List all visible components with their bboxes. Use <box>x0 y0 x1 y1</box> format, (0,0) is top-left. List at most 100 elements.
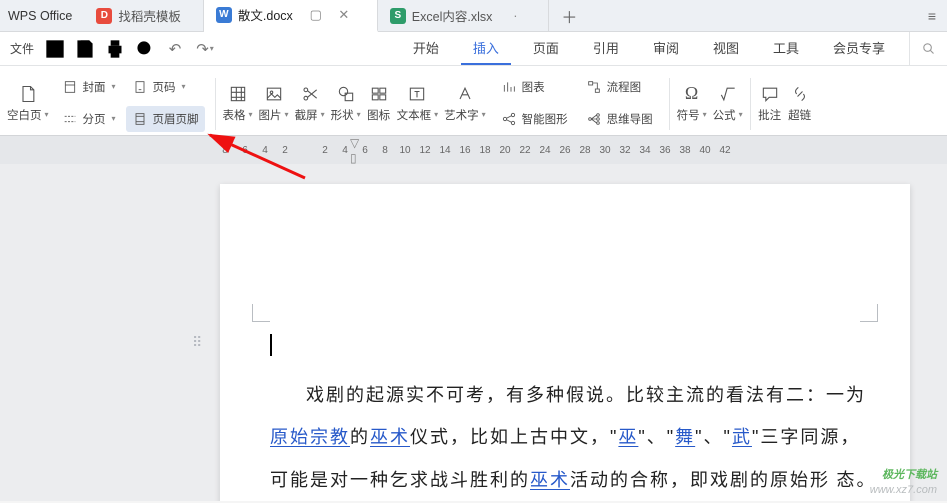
preview-icon[interactable] <box>132 36 158 62</box>
tick: 26 <box>560 145 570 156</box>
menutab-reference[interactable]: 引用 <box>581 32 631 65</box>
flowchart-button[interactable]: 流程图 <box>580 74 659 100</box>
break-button[interactable]: 分页 <box>56 106 122 132</box>
redo-button[interactable]: ↷ <box>192 36 218 62</box>
window-menu-icon[interactable]: ≡ <box>917 8 947 24</box>
word-badge-icon: W <box>216 7 232 23</box>
picture-label: 图片 <box>259 107 289 123</box>
save-icon[interactable] <box>72 36 98 62</box>
text-run: 可能是对一种乞求战斗胜利的 <box>270 470 530 490</box>
tick: 40 <box>700 145 710 156</box>
link-martial[interactable]: 武 <box>732 427 752 447</box>
menutab-review[interactable]: 审阅 <box>641 32 691 65</box>
link-religion[interactable]: 原始宗教 <box>270 427 350 447</box>
text-run: "三字同源， <box>752 427 860 447</box>
link-dance[interactable]: 舞 <box>675 427 695 447</box>
tab-label: 散文.docx <box>238 5 293 24</box>
menu-tabs: 开始 插入 页面 引用 审阅 视图 工具 会员专享 <box>401 32 909 65</box>
screenshot-label: 截屏 <box>295 107 325 123</box>
watermark-line1: 极光下载站 <box>870 468 937 482</box>
cover-button[interactable]: 封面 <box>56 74 122 100</box>
search-icon[interactable] <box>909 32 947 65</box>
link-shamanism2[interactable]: 巫术 <box>530 470 570 490</box>
picture-button[interactable]: 图片 <box>256 81 292 125</box>
tick: 4 <box>260 145 270 156</box>
menutab-view[interactable]: 视图 <box>701 32 751 65</box>
tab-spreadsheet[interactable]: S Excel内容.xlsx · <box>378 0 550 32</box>
text-run: 戏剧的起源实不可考，有多种假说。比较主流的看法有二：一为 <box>306 385 866 405</box>
ribbon-insert: 空白页 封面 分页 页码 页眉页脚 表格 图片 截屏 形状 图标 文本框 艺术字… <box>0 66 947 136</box>
link-wu[interactable]: 巫 <box>618 427 638 447</box>
tab-close-icon[interactable]: · <box>504 8 526 23</box>
radical-icon <box>716 83 740 105</box>
menutab-tools[interactable]: 工具 <box>761 32 811 65</box>
chart-button[interactable]: 图表 <box>495 74 574 100</box>
wordart-button[interactable]: 艺术字 <box>441 81 489 125</box>
hyperlink-button[interactable]: 超链 <box>785 81 815 125</box>
tick: 2 <box>280 145 290 156</box>
text-run: 活动的合称，即戏剧的原始形 <box>570 470 830 490</box>
menutab-page[interactable]: 页面 <box>521 32 571 65</box>
text-run: 仪式，比如上古中文，" <box>410 427 618 447</box>
screenshot-button[interactable]: 截屏 <box>292 81 328 125</box>
tick: 8 <box>220 145 230 156</box>
doc-badge-icon: D <box>96 8 112 24</box>
tick: 2 <box>320 145 330 156</box>
text-cursor <box>270 334 272 356</box>
document-body[interactable]: 戏剧的起源实不可考，有多种假说。比较主流的看法有二：一为 原始宗教的巫术仪式，比… <box>270 374 878 501</box>
table-label: 表格 <box>223 107 253 123</box>
new-tab-button[interactable]: ＋ <box>549 4 589 28</box>
page-icon <box>16 83 40 105</box>
text-run: "、" <box>695 427 732 447</box>
page[interactable]: ⠿ 戏剧的起源实不可考，有多种假说。比较主流的看法有二：一为 原始宗教的巫术仪式… <box>220 184 910 501</box>
tab-label: 找稻壳模板 <box>118 6 181 25</box>
excel-badge-icon: S <box>390 8 406 24</box>
omega-icon: Ω <box>680 83 704 105</box>
menutab-home[interactable]: 开始 <box>401 32 451 65</box>
link-shamanism[interactable]: 巫术 <box>370 427 410 447</box>
comment-button[interactable]: 批注 <box>755 81 785 125</box>
mindmap-button[interactable]: 思维导图 <box>580 106 659 132</box>
picture-icon <box>262 83 286 105</box>
brand-label: WPS Office <box>0 9 84 23</box>
pagenum-label: 页码 <box>153 79 176 95</box>
paragraph-drag-handle[interactable]: ⠿ <box>192 334 202 351</box>
table-button[interactable]: 表格 <box>220 81 256 125</box>
tab-templates[interactable]: D 找稻壳模板 <box>84 0 204 32</box>
undo-button[interactable]: ↶ <box>162 36 188 62</box>
tab-minimize-icon[interactable]: ▢ <box>305 7 327 23</box>
separator <box>750 78 751 130</box>
print-icon[interactable] <box>102 36 128 62</box>
tick: 22 <box>520 145 530 156</box>
pagenum-button[interactable]: 页码 <box>126 74 205 100</box>
smartart-button[interactable]: 智能图形 <box>495 106 574 132</box>
icon-button[interactable]: 图标 <box>364 81 394 125</box>
file-menu-button[interactable]: 文件 <box>6 36 38 62</box>
table-icon[interactable] <box>42 36 68 62</box>
scissors-icon <box>298 83 322 105</box>
hanging-indent-marker[interactable]: ▯ <box>350 151 357 165</box>
tab-document[interactable]: W 散文.docx ▢ ✕ <box>204 0 378 32</box>
shape-label: 形状 <box>331 107 361 123</box>
symbol-button[interactable]: Ω符号 <box>674 81 710 125</box>
icon-icon <box>367 83 391 105</box>
tab-close-icon[interactable]: ✕ <box>333 7 355 23</box>
textbox-icon <box>405 83 429 105</box>
menutab-insert[interactable]: 插入 <box>461 32 511 65</box>
header-footer-button[interactable]: 页眉页脚 <box>126 106 205 132</box>
tick: 6 <box>240 145 250 156</box>
equation-button[interactable]: 公式 <box>710 81 746 125</box>
tick: 10 <box>400 145 410 156</box>
ruler[interactable]: ▽ ▯ 8 6 4 2 2 4 6 8 10 12 14 16 18 20 22… <box>0 136 947 164</box>
cover-label: 封面 <box>83 79 106 95</box>
blank-page-button[interactable]: 空白页 <box>4 81 52 125</box>
first-line-indent-marker[interactable]: ▽ <box>350 136 359 150</box>
shape-button[interactable]: 形状 <box>328 81 364 125</box>
menutab-member[interactable]: 会员专享 <box>821 32 897 65</box>
tick: 14 <box>440 145 450 156</box>
textbox-button[interactable]: 文本框 <box>394 81 442 125</box>
link-icon <box>788 83 812 105</box>
comment-icon <box>758 83 782 105</box>
document-canvas[interactable]: ⠿ 戏剧的起源实不可考，有多种假说。比较主流的看法有二：一为 原始宗教的巫术仪式… <box>0 164 947 501</box>
tick: 8 <box>380 145 390 156</box>
